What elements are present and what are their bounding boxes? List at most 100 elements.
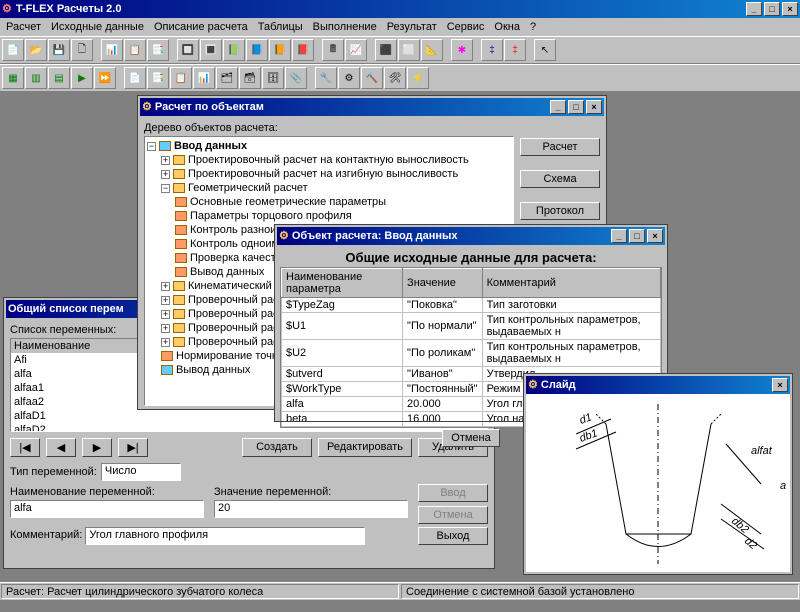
tree-node[interactable]: Параметры торцового профиля [190, 210, 352, 222]
tool-icon[interactable]: 📋 [170, 67, 192, 89]
menu-input[interactable]: Исходные данные [51, 21, 144, 33]
cancel-button[interactable]: Отмена [418, 506, 488, 524]
menu-service[interactable]: Сервис [447, 21, 485, 33]
nav-last-button[interactable]: ▶| [118, 438, 148, 457]
app-icon: ⚙ [2, 0, 12, 18]
tool-icon[interactable]: ✱ [451, 39, 473, 61]
close-button[interactable]: × [647, 229, 663, 243]
maximize-button[interactable]: □ [629, 229, 645, 243]
scheme-button[interactable]: Схема [520, 170, 600, 188]
comment-input[interactable]: Угол главного профиля [85, 527, 365, 545]
menu-exec[interactable]: Выполнение [313, 21, 377, 33]
tree-label: Дерево объектов расчета: [144, 122, 514, 134]
tool-icon[interactable]: 📋 [124, 39, 146, 61]
tool-icon[interactable]: 🔲 [177, 39, 199, 61]
minimize-button[interactable]: _ [746, 2, 762, 16]
varname-input[interactable]: alfa [10, 500, 204, 518]
tree-node[interactable]: Ввод данных [174, 140, 247, 152]
enter-button[interactable]: Ввод [418, 484, 488, 502]
tool-icon[interactable]: ▥ [25, 67, 47, 89]
tool-icon[interactable]: 📗 [223, 39, 245, 61]
tool-icon[interactable]: ▤ [48, 67, 70, 89]
tree-node[interactable]: Проверка качества [190, 252, 287, 264]
slide-canvas: d1 db1 alfat a db2 d2 [526, 394, 790, 572]
protocol-button[interactable]: Протокол [520, 202, 600, 220]
calc-button[interactable]: Расчет [520, 138, 600, 156]
tool-icon[interactable]: 🗂 [216, 67, 238, 89]
nav-prev-button[interactable]: ◀ [46, 438, 76, 457]
close-button[interactable]: × [586, 100, 602, 114]
statusbar: Расчет: Расчет цилиндрического зубчатого… [0, 582, 800, 600]
tool-icon[interactable]: 🛠 [384, 67, 406, 89]
tool-icon[interactable]: ▦ [2, 67, 24, 89]
menu-help[interactable]: ? [530, 21, 536, 33]
tool-icon[interactable]: 📙 [269, 39, 291, 61]
minimize-button[interactable]: _ [611, 229, 627, 243]
nav-next-button[interactable]: ▶ [82, 438, 112, 457]
maximize-button[interactable]: □ [764, 2, 780, 16]
tool-icon[interactable]: 📐 [421, 39, 443, 61]
cancel-button[interactable]: Отмена [442, 429, 499, 447]
tool-icon[interactable]: 📄 [2, 39, 24, 61]
menu-result[interactable]: Результат [387, 21, 437, 33]
svg-text:d1: d1 [578, 411, 594, 426]
nav-first-button[interactable]: |◀ [10, 438, 40, 457]
col-header[interactable]: Наименование параметра [282, 269, 403, 298]
tool-icon[interactable]: 📕 [292, 39, 314, 61]
mdi-area: Общий список перем_□× Список переменных:… [0, 92, 800, 612]
tool-icon[interactable]: ↖ [534, 39, 556, 61]
tool-icon[interactable]: ⬛ [375, 39, 397, 61]
app-title: T-FLEX Расчеты 2.0 [16, 0, 122, 18]
col-header[interactable]: Значение [403, 269, 483, 298]
tool-icon[interactable]: 📂 [25, 39, 47, 61]
menu-calc[interactable]: Расчет [6, 21, 41, 33]
tool-icon[interactable]: 📄 [124, 67, 146, 89]
tool-icon[interactable]: 💾 [48, 39, 70, 61]
exit-button[interactable]: Выход [418, 527, 488, 545]
close-button[interactable]: × [782, 2, 798, 16]
tool-icon[interactable]: 🔧 [315, 67, 337, 89]
col-header[interactable]: Комментарий [482, 269, 660, 298]
tool-icon[interactable]: ‡ [481, 39, 503, 61]
tree-node[interactable]: Вывод данных [176, 364, 250, 376]
tool-icon[interactable]: 🗄 [262, 67, 284, 89]
gear-icon: ⚙ [528, 376, 538, 394]
tool-icon[interactable]: 🔨 [361, 67, 383, 89]
tool-icon[interactable]: 🗃 [239, 67, 261, 89]
tool-icon[interactable]: ⚡ [407, 67, 429, 89]
tool-icon[interactable]: 🖩 [322, 39, 344, 61]
tool-icon[interactable]: 🔳 [200, 39, 222, 61]
menu-windows[interactable]: Окна [494, 21, 520, 33]
tool-icon[interactable]: ⬜ [398, 39, 420, 61]
menu-tables[interactable]: Таблицы [258, 21, 303, 33]
close-button[interactable]: × [772, 378, 788, 392]
tree-node[interactable]: Основные геометрические параметры [190, 196, 386, 208]
table-row: $U2"По роликам"Тип контрольных параметро… [282, 340, 661, 367]
tool-icon[interactable]: 📊 [101, 39, 123, 61]
tree-node[interactable]: Вывод данных [190, 266, 264, 278]
slide-title: Слайд [541, 376, 576, 394]
tool-icon[interactable]: ⏩ [94, 67, 116, 89]
tool-icon[interactable]: 📑 [147, 39, 169, 61]
tool-icon[interactable]: ▶ [71, 67, 93, 89]
maximize-button[interactable]: □ [568, 100, 584, 114]
table-row: $TypeZag"Поковка"Тип заготовки [282, 298, 661, 313]
tool-icon[interactable]: 📑 [147, 67, 169, 89]
tool-icon[interactable]: 🗋 [71, 39, 93, 61]
varval-input[interactable]: 20 [214, 500, 408, 518]
tool-icon[interactable]: 📈 [345, 39, 367, 61]
vartype-combo[interactable]: Число [101, 463, 181, 481]
menu-desc[interactable]: Описание расчета [154, 21, 248, 33]
varlist-title: Общий список перем [8, 300, 124, 318]
minimize-button[interactable]: _ [550, 100, 566, 114]
gear-icon: ⚙ [142, 98, 152, 116]
tool-icon[interactable]: ⚙ [338, 67, 360, 89]
tree-node[interactable]: Геометрический расчет [188, 182, 308, 194]
tool-icon[interactable]: 📎 [285, 67, 307, 89]
tree-node[interactable]: Проектировочный расчет на контактную вын… [188, 154, 469, 166]
tree-node[interactable]: Проектировочный расчет на изгибную вынос… [188, 168, 458, 180]
svg-text:a: a [780, 480, 786, 492]
tool-icon[interactable]: 📘 [246, 39, 268, 61]
tool-icon[interactable]: ‡ [504, 39, 526, 61]
tool-icon[interactable]: 📊 [193, 67, 215, 89]
